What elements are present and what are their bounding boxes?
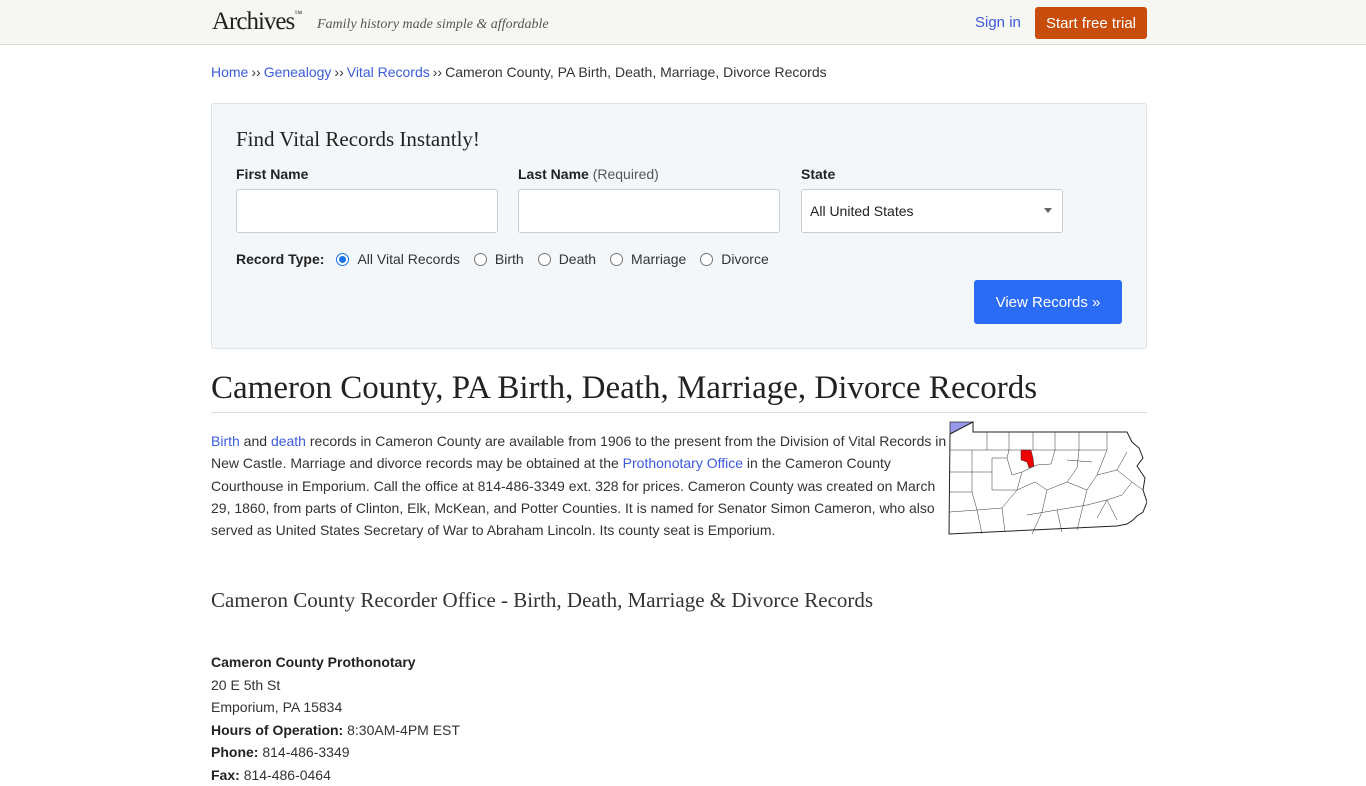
trademark: ™ xyxy=(294,8,303,18)
radio-label: Death xyxy=(558,251,597,267)
section-title: Cameron County Recorder Office - Birth, … xyxy=(211,588,874,613)
state-select[interactable]: All United States xyxy=(801,189,1063,233)
radio-label: Divorce xyxy=(721,251,769,267)
office-fax: Fax: 814-486-0464 xyxy=(211,764,1147,786)
search-title: Find Vital Records Instantly! xyxy=(236,127,480,151)
fax-value: 814-486-0464 xyxy=(243,766,331,783)
breadcrumb-separator: ›› xyxy=(334,64,344,80)
breadcrumb-separator: ›› xyxy=(251,64,261,80)
logo-text: Archives xyxy=(212,8,295,35)
sign-in-link[interactable]: Sign in xyxy=(975,14,1021,31)
intro-paragraph: Birth and death records in Cameron Count… xyxy=(211,430,949,541)
phone-value: 814-486-3349 xyxy=(262,744,350,761)
view-records-button[interactable]: View Records » xyxy=(974,280,1122,324)
last-name-label-text: Last Name xyxy=(518,166,589,182)
office-name: Cameron County Prothonotary xyxy=(211,654,416,671)
page-title: Cameron County, PA Birth, Death, Marriag… xyxy=(211,370,1147,413)
radio-checked-icon[interactable] xyxy=(336,252,350,266)
start-free-trial-button[interactable]: Start free trial xyxy=(1035,7,1147,39)
first-name-label: First Name xyxy=(236,166,309,182)
breadcrumb-genealogy[interactable]: Genealogy xyxy=(264,64,332,80)
hours-label: Hours of Operation: xyxy=(211,721,344,738)
birth-link[interactable]: Birth xyxy=(211,433,240,449)
logo[interactable]: Archives™ xyxy=(212,8,302,36)
office-address-line2: Emporium, PA 15834 xyxy=(211,699,343,716)
radio-birth[interactable]: Birth xyxy=(473,251,524,267)
state-select-value: All United States xyxy=(810,203,914,219)
radio-unchecked-icon[interactable] xyxy=(473,252,487,266)
breadcrumb-home[interactable]: Home xyxy=(211,64,248,80)
first-name-input[interactable] xyxy=(236,189,498,233)
radio-label: Birth xyxy=(494,251,524,267)
office-info: Cameron County Prothonotary 20 E 5th St … xyxy=(211,651,1147,786)
death-link[interactable]: death xyxy=(271,433,306,449)
chevron-down-icon xyxy=(1044,208,1052,213)
last-name-input[interactable] xyxy=(518,189,780,233)
breadcrumb-current: Cameron County, PA Birth, Death, Marriag… xyxy=(445,64,827,80)
radio-label: All Vital Records xyxy=(357,251,460,267)
phone-label: Phone: xyxy=(211,744,259,761)
radio-unchecked-icon[interactable] xyxy=(700,252,714,266)
prothonotary-office-link[interactable]: Prothonotary Office xyxy=(623,455,743,471)
radio-unchecked-icon[interactable] xyxy=(537,252,551,266)
radio-all-vital-records[interactable]: All Vital Records xyxy=(336,251,460,267)
required-note: (Required) xyxy=(592,166,659,182)
radio-divorce[interactable]: Divorce xyxy=(700,251,769,267)
office-phone: Phone: 814-486-3349 xyxy=(211,741,1147,764)
last-name-label: Last Name (Required) xyxy=(518,166,659,182)
fax-label: Fax: xyxy=(211,766,240,783)
search-form: Find Vital Records Instantly! First Name… xyxy=(211,103,1147,349)
intro-text: and xyxy=(239,433,271,449)
intro-section: Birth and death records in Cameron Count… xyxy=(211,421,1147,541)
office-address-line1: 20 E 5th St xyxy=(211,676,281,693)
radio-label: Marriage xyxy=(631,251,687,267)
record-type-group: Record Type: All Vital Records Birth Dea… xyxy=(236,251,783,267)
office-hours: Hours of Operation: 8:30AM-4PM EST xyxy=(211,719,1147,742)
record-type-label: Record Type: xyxy=(236,251,325,267)
tagline: Family history made simple & affordable xyxy=(317,17,549,32)
county-map xyxy=(948,421,1147,535)
hours-value: 8:30AM-4PM EST xyxy=(347,721,460,738)
breadcrumb-vital-records[interactable]: Vital Records xyxy=(347,64,430,80)
state-label: State xyxy=(801,166,836,182)
site-header: Archives™ Family history made simple & a… xyxy=(0,0,1366,45)
radio-death[interactable]: Death xyxy=(537,251,597,267)
breadcrumb-separator: ›› xyxy=(432,64,443,80)
breadcrumb: Home ›› Genealogy ›› Vital Records ›› Cameron … xyxy=(211,64,1147,84)
radio-unchecked-icon[interactable] xyxy=(610,252,624,266)
radio-marriage[interactable]: Marriage xyxy=(610,251,686,267)
